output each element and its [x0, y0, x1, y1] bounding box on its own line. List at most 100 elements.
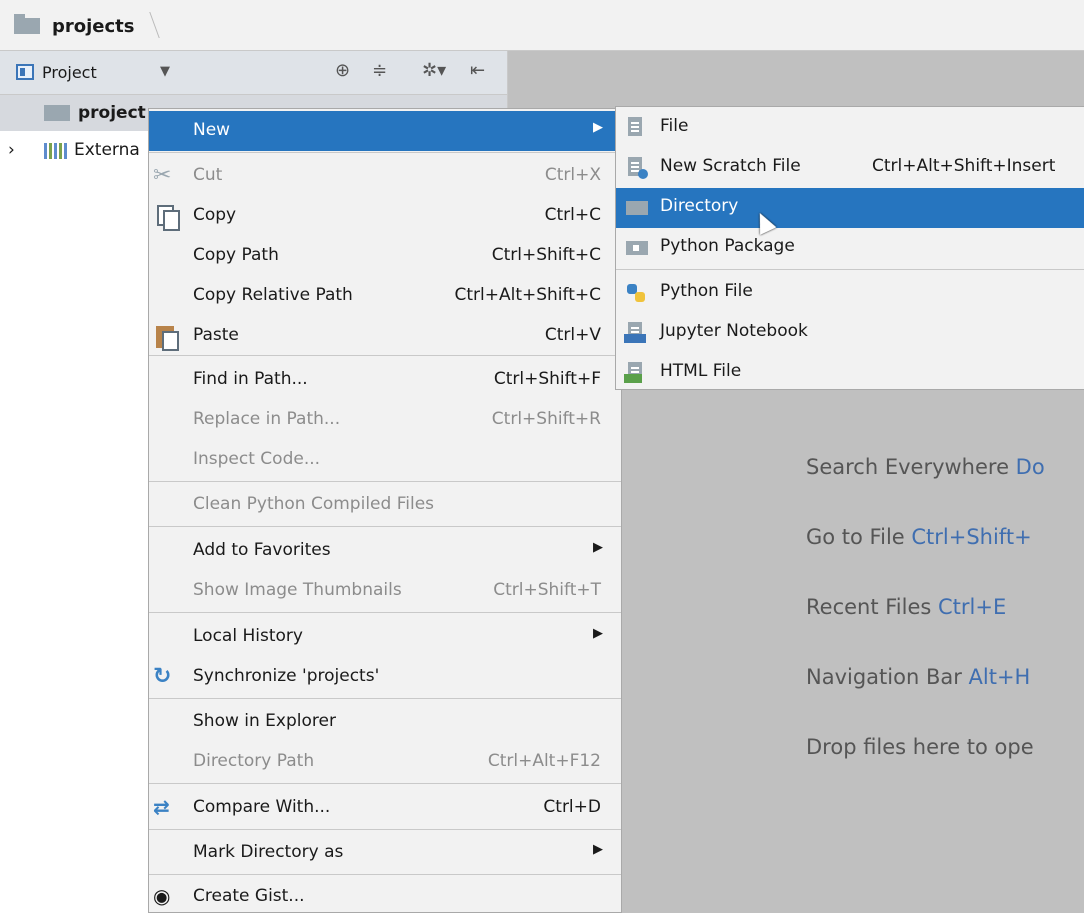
breadcrumb-separator [133, 12, 160, 38]
menu-item-mark-directory-as[interactable]: Mark Directory as ▶ [149, 833, 621, 873]
project-view-selector[interactable]: Project [42, 63, 97, 82]
submenu-item-label: Python File [660, 281, 753, 301]
menu-item-label: Clean Python Compiled Files [193, 494, 435, 514]
hint-go-to-file: Go to File Ctrl+Shift+ [806, 525, 1032, 549]
menu-item-label: Copy Relative Path [193, 285, 353, 305]
copy-icon [153, 203, 180, 231]
python-icon [624, 280, 650, 306]
submenu-arrow-icon: ▶ [593, 626, 603, 641]
folder-icon [14, 14, 40, 34]
menu-item-cut[interactable]: ✂ Cut Ctrl+X [149, 156, 621, 196]
project-panel-header: Project ▼ ⊕ ≑ ✲▾ ⇤ [0, 51, 507, 95]
menu-item-label: Copy [193, 205, 237, 225]
menu-item-shortcut: Ctrl+Alt+F12 [487, 751, 601, 771]
menu-item-label: Inspect Code... [193, 449, 321, 469]
menu-divider [149, 874, 621, 875]
navigation-bar: projects [0, 0, 1084, 51]
menu-item-label: Find in Path... [193, 369, 308, 389]
menu-item-directory-path[interactable]: Directory Path Ctrl+Alt+F12 [149, 742, 621, 782]
submenu-item-label: Jupyter Notebook [660, 321, 808, 341]
hint-text: Recent Files [806, 595, 939, 619]
menu-item-label: Paste [193, 325, 239, 345]
context-menu: New ▶ ✂ Cut Ctrl+X Copy Ctrl+C Copy Path… [148, 108, 622, 913]
menu-item-shortcut: Ctrl+D [543, 797, 601, 817]
menu-divider [149, 783, 621, 784]
menu-item-clean-python-compiled[interactable]: Clean Python Compiled Files [149, 485, 621, 525]
menu-divider [616, 269, 1084, 270]
menu-item-local-history[interactable]: Local History ▶ [149, 617, 621, 657]
menu-item-create-gist[interactable]: ◉ Create Gist... [149, 877, 621, 912]
menu-item-replace-in-path[interactable]: Replace in Path... Ctrl+Shift+R [149, 400, 621, 440]
submenu-item-jupyter-notebook[interactable]: Jupyter Notebook [616, 313, 1084, 353]
hint-shortcut: Do [1015, 455, 1045, 479]
hint-text: Search Everywhere [806, 455, 1016, 479]
submenu-item-python-file[interactable]: Python File [616, 273, 1084, 313]
menu-item-shortcut: Ctrl+C [544, 205, 601, 225]
project-view-icon [16, 64, 34, 80]
menu-divider [149, 829, 621, 830]
menu-item-shortcut: Ctrl+Shift+F [493, 369, 601, 389]
menu-item-label: Show in Explorer [193, 711, 336, 731]
submenu-item-label: Directory [660, 196, 739, 216]
hide-panel-icon[interactable]: ⇤ [470, 60, 485, 81]
chevron-right-icon[interactable]: › [8, 140, 15, 160]
hint-text: Go to File [806, 525, 912, 549]
submenu-item-directory[interactable]: Directory [616, 188, 1084, 228]
folder-icon [44, 105, 70, 121]
menu-item-inspect-code[interactable]: Inspect Code... [149, 440, 621, 480]
paste-icon [153, 323, 179, 351]
collapse-all-icon[interactable]: ≑ [372, 60, 387, 81]
locate-target-icon[interactable]: ⊕ [335, 60, 350, 81]
submenu-arrow-icon: ▶ [593, 540, 603, 555]
scissors-icon: ✂ [153, 163, 172, 188]
menu-item-label: Compare With... [193, 797, 331, 817]
menu-item-label: Replace in Path... [193, 409, 341, 429]
breadcrumb-projects[interactable]: projects [52, 16, 135, 37]
submenu-item-label: Python Package [660, 236, 795, 256]
file-icon [624, 115, 650, 141]
menu-item-label: Synchronize 'projects' [193, 666, 380, 686]
menu-item-new[interactable]: New ▶ [149, 111, 621, 151]
menu-item-label: Copy Path [193, 245, 279, 265]
menu-item-compare-with[interactable]: ⇄ Compare With... Ctrl+D [149, 788, 621, 828]
hint-shortcut: Ctrl+Shift+ [911, 525, 1032, 549]
hint-text: Drop files here to ope [806, 735, 1034, 759]
menu-item-copy-path[interactable]: Copy Path Ctrl+Shift+C [149, 236, 621, 276]
menu-item-find-in-path[interactable]: Find in Path... Ctrl+Shift+F [149, 360, 621, 400]
menu-divider [149, 612, 621, 613]
menu-divider [149, 526, 621, 527]
submenu-item-html-file[interactable]: HTML File [616, 353, 1084, 393]
hint-navigation-bar: Navigation Bar Alt+H [806, 665, 1030, 689]
menu-item-synchronize[interactable]: ↻ Synchronize 'projects' [149, 657, 621, 697]
menu-item-shortcut: Ctrl+Shift+R [491, 409, 601, 429]
menu-item-shortcut: Ctrl+Alt+Shift+C [454, 285, 601, 305]
html-file-icon [624, 360, 650, 386]
submenu-item-file[interactable]: File [616, 108, 1084, 148]
menu-item-add-to-favorites[interactable]: Add to Favorites ▶ [149, 531, 621, 571]
menu-item-label: Mark Directory as [193, 842, 344, 862]
menu-item-shortcut: Ctrl+X [544, 165, 601, 185]
chevron-down-icon[interactable]: ▼ [160, 64, 170, 79]
menu-item-copy-relative-path[interactable]: Copy Relative Path Ctrl+Alt+Shift+C [149, 276, 621, 316]
menu-item-show-in-explorer[interactable]: Show in Explorer [149, 702, 621, 742]
menu-item-label: Add to Favorites [193, 540, 331, 560]
new-submenu: File New Scratch File Ctrl+Alt+Shift+Ins… [615, 106, 1084, 390]
menu-divider [149, 481, 621, 482]
submenu-item-new-scratch-file[interactable]: New Scratch File Ctrl+Alt+Shift+Insert [616, 148, 1084, 188]
submenu-item-python-package[interactable]: Python Package [616, 228, 1084, 268]
submenu-arrow-icon: ▶ [593, 120, 603, 135]
compare-arrows-icon: ⇄ [153, 795, 170, 819]
package-folder-icon [624, 235, 650, 261]
gear-icon[interactable]: ✲▾ [422, 60, 446, 81]
menu-item-copy[interactable]: Copy Ctrl+C [149, 196, 621, 236]
tree-item-label: project [78, 103, 146, 123]
submenu-item-shortcut: Ctrl+Alt+Shift+Insert [872, 156, 1056, 176]
hint-shortcut: Alt+H [968, 665, 1031, 689]
submenu-item-label: File [660, 116, 689, 136]
menu-item-label: Create Gist... [193, 886, 305, 906]
submenu-arrow-icon: ▶ [593, 842, 603, 857]
menu-item-shortcut: Ctrl+Shift+C [491, 245, 601, 265]
menu-item-paste[interactable]: Paste Ctrl+V [149, 316, 621, 356]
menu-item-show-image-thumbnails[interactable]: Show Image Thumbnails Ctrl+Shift+T [149, 571, 621, 611]
synchronize-icon: ↻ [153, 664, 172, 689]
